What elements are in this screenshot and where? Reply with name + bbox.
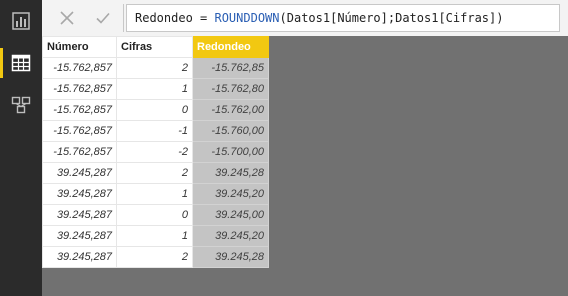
numero-cell[interactable]: -15.762,857 xyxy=(42,57,117,79)
relationships-view-icon xyxy=(11,96,31,114)
table-row: -15.762,857 -2 -15.700,00 xyxy=(42,141,269,163)
cifras-cell[interactable]: 1 xyxy=(116,183,193,205)
cifras-cell[interactable]: 2 xyxy=(116,246,193,268)
commit-formula-button[interactable] xyxy=(88,4,118,32)
formula-bar: Redondeo = ROUNDDOWN(Datos1[Número];Dato… xyxy=(42,0,568,36)
formula-function-name: ROUNDDOWN xyxy=(214,11,280,25)
relationships-view-button[interactable] xyxy=(0,86,42,124)
redondeo-cell[interactable]: 39.245,20 xyxy=(192,183,269,205)
table-row: 39.245,287 0 39.245,00 xyxy=(42,204,269,226)
table-row: -15.762,857 0 -15.762,00 xyxy=(42,99,269,121)
redondeo-cell[interactable]: 39.245,00 xyxy=(192,204,269,226)
report-view-icon xyxy=(12,12,30,30)
redondeo-cell[interactable]: -15.762,85 xyxy=(192,57,269,79)
redondeo-cell[interactable]: -15.760,00 xyxy=(192,120,269,142)
table-row: -15.762,857 1 -15.762,80 xyxy=(42,78,269,100)
numero-cell[interactable]: -15.762,857 xyxy=(42,78,117,100)
table-row: 39.245,287 1 39.245,20 xyxy=(42,183,269,205)
numero-cell[interactable]: -15.762,857 xyxy=(42,99,117,121)
commit-icon xyxy=(96,12,110,24)
numero-cell[interactable]: -15.762,857 xyxy=(42,141,117,163)
data-view-button[interactable] xyxy=(0,44,42,82)
redondeo-cell[interactable]: 39.245,28 xyxy=(192,246,269,268)
report-view-button[interactable] xyxy=(0,2,42,40)
cifras-cell[interactable]: -1 xyxy=(116,120,193,142)
numero-cell[interactable]: 39.245,287 xyxy=(42,162,117,184)
formula-measure-name: Redondeo = xyxy=(135,11,215,25)
numero-cell[interactable]: 39.245,287 xyxy=(42,183,117,205)
cifras-cell[interactable]: 1 xyxy=(116,225,193,247)
numero-cell[interactable]: -15.762,857 xyxy=(42,120,117,142)
data-view-icon xyxy=(11,54,31,72)
numero-cell[interactable]: 39.245,287 xyxy=(42,246,117,268)
redondeo-cell[interactable]: -15.762,00 xyxy=(192,99,269,121)
cifras-cell[interactable]: 0 xyxy=(116,99,193,121)
table-row: 39.245,287 2 39.245,28 xyxy=(42,246,269,268)
table-row: -15.762,857 -1 -15.760,00 xyxy=(42,120,269,142)
header-row: Número Cifras Redondeo xyxy=(42,36,269,58)
redondeo-cell[interactable]: -15.762,80 xyxy=(192,78,269,100)
numero-cell[interactable]: 39.245,287 xyxy=(42,204,117,226)
column-header-numero[interactable]: Número xyxy=(42,36,117,58)
table-row: 39.245,287 1 39.245,20 xyxy=(42,225,269,247)
cancel-formula-button[interactable] xyxy=(52,4,82,32)
cifras-cell[interactable]: -2 xyxy=(116,141,193,163)
data-grid: Número Cifras Redondeo -15.762,857 2 -15… xyxy=(42,36,269,268)
formula-arguments: (Datos1[Número];Datos1[Cifras]) xyxy=(279,11,504,25)
redondeo-cell[interactable]: -15.700,00 xyxy=(192,141,269,163)
table-row: 39.245,287 2 39.245,28 xyxy=(42,162,269,184)
column-header-redondeo[interactable]: Redondeo xyxy=(192,36,269,58)
column-header-cifras[interactable]: Cifras xyxy=(116,36,193,58)
numero-cell[interactable]: 39.245,287 xyxy=(42,225,117,247)
formula-input[interactable]: Redondeo = ROUNDDOWN(Datos1[Número];Dato… xyxy=(126,4,560,32)
cifras-cell[interactable]: 0 xyxy=(116,204,193,226)
redondeo-cell[interactable]: 39.245,28 xyxy=(192,162,269,184)
cifras-cell[interactable]: 2 xyxy=(116,57,193,79)
cancel-icon xyxy=(60,11,74,25)
view-switcher-rail xyxy=(0,0,42,296)
cifras-cell[interactable]: 2 xyxy=(116,162,193,184)
cifras-cell[interactable]: 1 xyxy=(116,78,193,100)
formula-bar-separator xyxy=(123,4,124,32)
table-row: -15.762,857 2 -15.762,85 xyxy=(42,57,269,79)
redondeo-cell[interactable]: 39.245,20 xyxy=(192,225,269,247)
